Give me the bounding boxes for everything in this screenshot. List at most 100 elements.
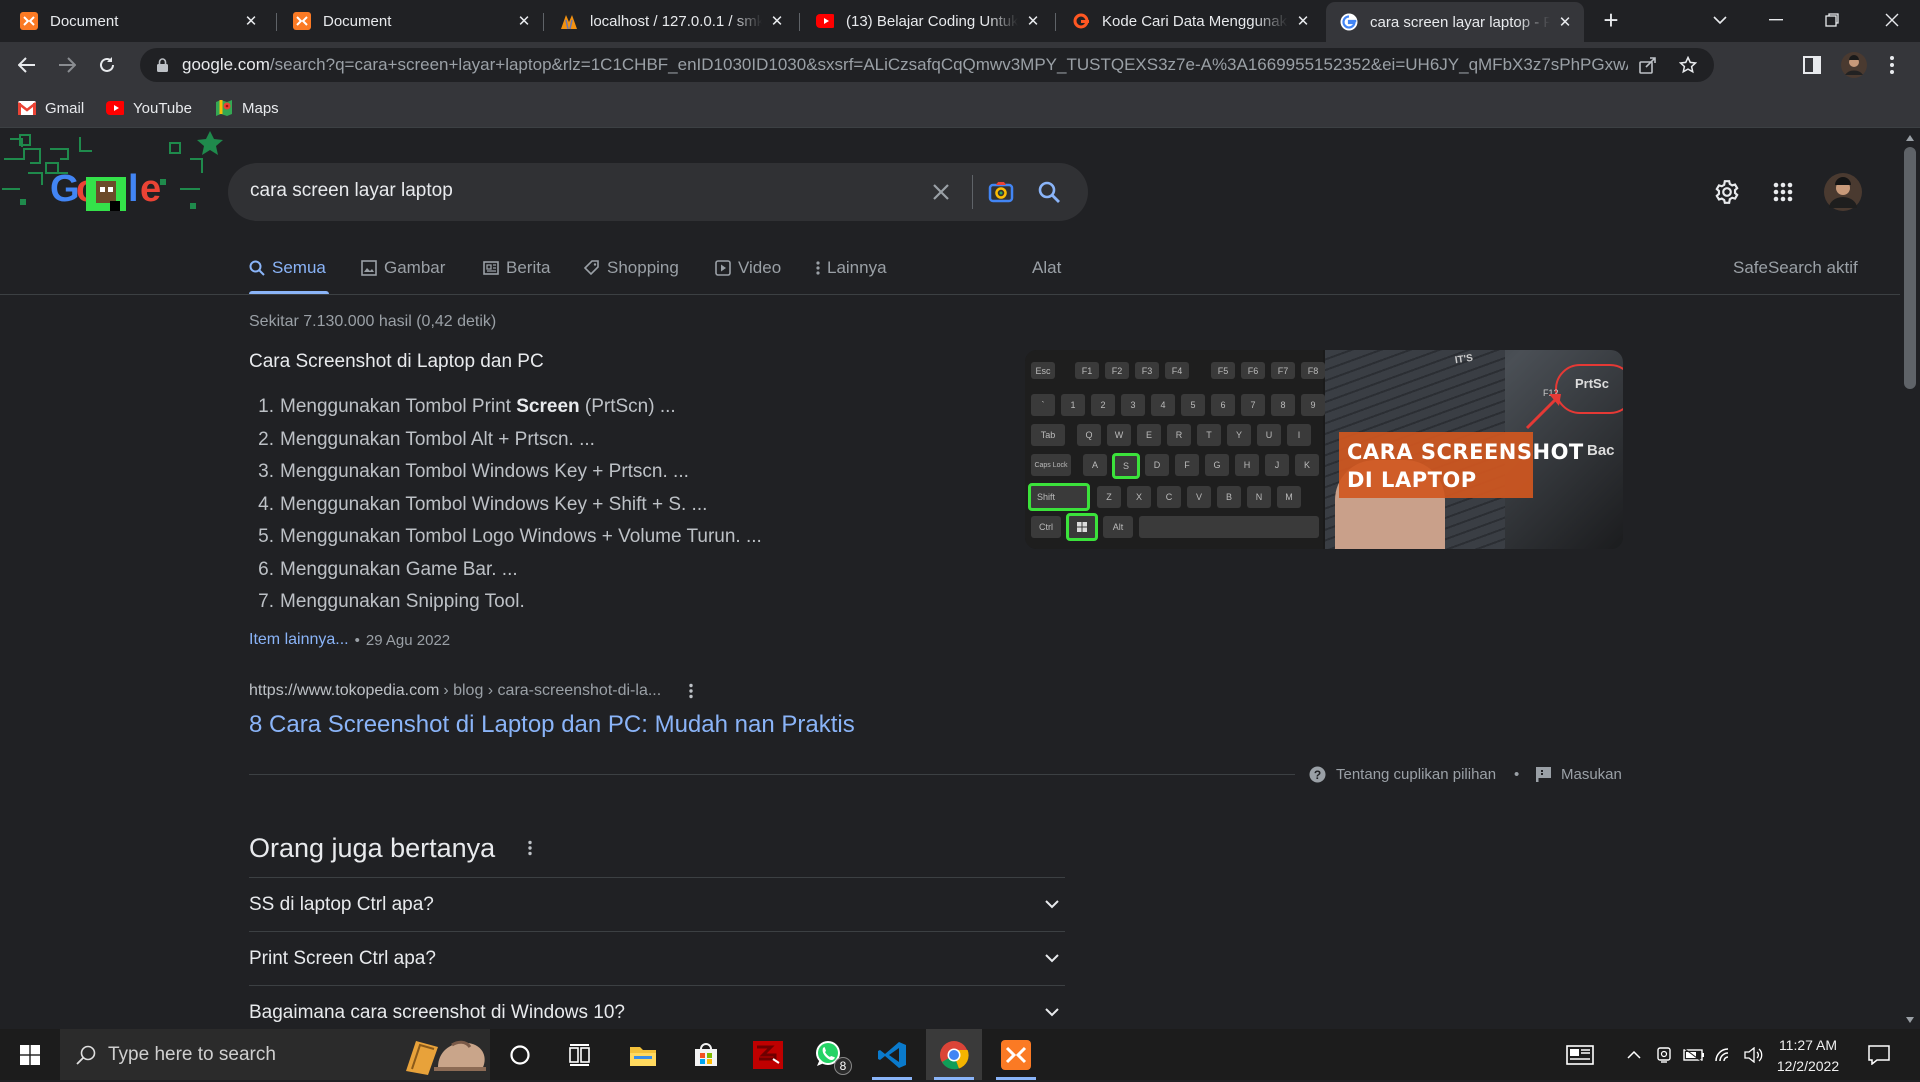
tab-youtube[interactable]: (13) Belajar Coding Untuk P ✕ (802, 4, 1052, 38)
key: V (1187, 486, 1211, 508)
snippet-thumbnail[interactable]: Esc F1 F2 F3 F4 F5 F6 F7 F8 ` 1 2 3 4 5 … (1025, 350, 1623, 549)
scrollbar-thumb[interactable] (1904, 147, 1916, 389)
wifi-icon[interactable] (1710, 1029, 1738, 1080)
page-scrollbar[interactable] (1900, 129, 1920, 1029)
paa-question[interactable]: SS di laptop Ctrl apa? (249, 877, 1065, 931)
tab-more[interactable]: Lainnya (816, 257, 887, 279)
close-window-button[interactable] (1864, 0, 1920, 40)
tab-kode-cari-data[interactable]: Kode Cari Data Menggunak ✕ (1058, 4, 1322, 38)
file-explorer-icon[interactable] (615, 1029, 671, 1080)
minimize-button[interactable] (1748, 0, 1804, 40)
address-bar[interactable]: google.com/search?q=cara+screen+layar+la… (140, 48, 1714, 82)
camera-lens-icon[interactable] (986, 177, 1016, 207)
account-avatar[interactable] (1823, 172, 1863, 212)
paa-question[interactable]: Bagaimana cara screenshot di Windows 10? (249, 985, 1065, 1029)
tab-document-2[interactable]: Document ✕ (279, 4, 543, 38)
tab-phpmyadmin[interactable]: localhost / 127.0.0.1 / smkn ✕ (546, 4, 796, 38)
tab-document-1[interactable]: Document ✕ (6, 4, 270, 38)
snippet-date: 29 Agu 2022 (365, 631, 451, 649)
bookmark-gmail[interactable]: Gmail (18, 97, 84, 119)
tools-button[interactable]: Alat (1032, 257, 1061, 279)
filezilla-icon[interactable] (740, 1029, 796, 1080)
separator-dot: • (354, 631, 360, 649)
microsoft-store-icon[interactable] (678, 1029, 734, 1080)
phpmyadmin-icon (560, 12, 578, 30)
taskbar-search-box[interactable]: Type here to search (60, 1029, 490, 1080)
result-citation[interactable]: https://www.tokopedia.com › blog › cara-… (249, 682, 693, 700)
close-icon[interactable]: ✕ (1556, 13, 1574, 31)
scroll-down-arrow-icon[interactable] (1906, 1017, 1914, 1023)
meet-now-icon[interactable] (1650, 1029, 1678, 1080)
paa-more-icon[interactable] (528, 840, 532, 856)
back-button[interactable] (11, 49, 43, 81)
new-tab-button[interactable]: + (1583, 0, 1639, 40)
close-icon[interactable]: ✕ (1024, 12, 1042, 30)
search-icon[interactable] (1034, 177, 1064, 207)
restore-button[interactable] (1804, 0, 1860, 40)
task-view-icon[interactable] (552, 1029, 608, 1080)
key: F1 (1075, 362, 1099, 379)
show-hidden-icons-chevron[interactable] (1620, 1029, 1648, 1080)
apps-grid-icon[interactable] (1768, 177, 1798, 207)
more-options-icon[interactable] (689, 683, 693, 699)
battery-icon[interactable] (1680, 1029, 1708, 1080)
news-widget-icon[interactable] (1552, 1029, 1608, 1080)
tab-search-chevron-icon[interactable] (1692, 0, 1748, 40)
svg-text:e: e (140, 168, 161, 210)
bookmark-maps[interactable]: Maps (215, 97, 279, 119)
paa-question[interactable]: Print Screen Ctrl apa? (249, 931, 1065, 985)
lock-icon[interactable] (154, 58, 170, 72)
volume-icon[interactable] (1740, 1029, 1768, 1080)
result-title-link[interactable]: 8 Cara Screenshot di Laptop dan PC: Muda… (249, 711, 855, 739)
close-icon[interactable]: ✕ (242, 12, 260, 30)
tab-video[interactable]: Video (715, 257, 781, 279)
tab-shopping[interactable]: Shopping (584, 257, 679, 279)
share-icon[interactable] (1628, 56, 1668, 74)
chrome-icon[interactable] (926, 1029, 982, 1080)
bookmark-star-icon[interactable] (1668, 56, 1708, 74)
tab-google-search[interactable]: cara screen layar laptop - P ✕ (1326, 2, 1584, 42)
question-text: Print Screen Ctrl apa? (249, 947, 436, 969)
result-stats: Sekitar 7.130.000 hasil (0,42 detik) (249, 313, 497, 330)
list-item: 3. Menggunakan Tombol Windows Key + Prtsc… (258, 461, 689, 482)
url-path: /search?q=cara+screen+layar+laptop&rlz=1… (269, 55, 1628, 74)
vscode-icon[interactable] (864, 1029, 920, 1080)
tab-images[interactable]: Gambar (361, 257, 445, 279)
forward-button[interactable] (51, 49, 83, 81)
search-box[interactable]: cara screen layar laptop (228, 163, 1088, 221)
menu-kebab-icon[interactable] (1876, 49, 1908, 81)
key: F2 (1105, 362, 1129, 379)
side-panel-icon[interactable] (1796, 49, 1828, 81)
more-items-link[interactable]: Item lainnya... (249, 631, 349, 649)
whatsapp-icon[interactable]: 8 (802, 1029, 858, 1080)
search-input[interactable]: cara screen layar laptop (250, 180, 453, 202)
tab-all[interactable]: Semua (249, 257, 326, 279)
about-snippet-link[interactable]: ? Tentang cuplikan pilihan (1309, 765, 1496, 783)
close-icon[interactable]: ✕ (515, 12, 533, 30)
key: C (1157, 486, 1181, 508)
key: X (1127, 486, 1151, 508)
browser-tab-strip: Document ✕ Document ✕ localhost / 127.0.… (0, 0, 1920, 42)
cortana-icon[interactable] (492, 1029, 548, 1080)
scroll-up-arrow-icon[interactable] (1906, 135, 1914, 141)
reload-button[interactable] (91, 49, 123, 81)
clear-icon[interactable] (926, 177, 956, 207)
profile-avatar[interactable] (1838, 49, 1870, 81)
close-icon[interactable]: ✕ (768, 12, 786, 30)
tab-news[interactable]: Berita (483, 257, 550, 279)
key: 5 (1181, 394, 1205, 416)
taskbar-clock[interactable]: 11:27 AM 12/2/2022 (1768, 1035, 1848, 1077)
url-text[interactable]: google.com/search?q=cara+screen+layar+la… (182, 55, 1628, 75)
close-icon[interactable]: ✕ (1294, 12, 1312, 30)
caption-line: CARA SCREENSHOT (1347, 440, 1584, 464)
start-button[interactable] (2, 1029, 58, 1080)
xampp-icon[interactable] (988, 1029, 1044, 1080)
notification-center-icon[interactable] (1852, 1029, 1906, 1080)
key: F3 (1135, 362, 1159, 379)
google-doodle-logo[interactable]: G o l e (0, 129, 228, 221)
safesearch-status[interactable]: SafeSearch aktif (1733, 257, 1858, 279)
tab-title: Document (50, 12, 119, 30)
settings-gear-icon[interactable] (1712, 177, 1742, 207)
feedback-link[interactable]: Masukan (1536, 765, 1622, 783)
bookmark-youtube[interactable]: YouTube (106, 97, 192, 119)
